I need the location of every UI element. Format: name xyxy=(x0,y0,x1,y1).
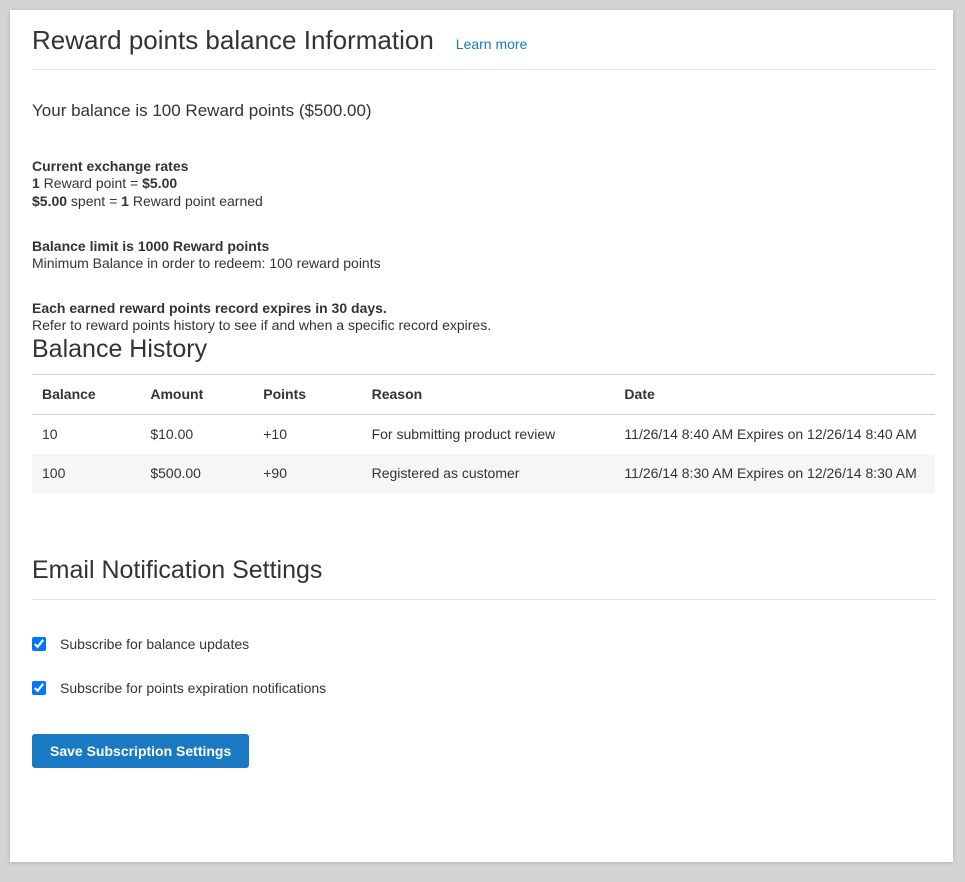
expiry-note-text: Refer to reward points history to see if… xyxy=(32,316,935,334)
column-header-reason: Reason xyxy=(362,375,615,415)
earn-rate-text-2: Reward point earned xyxy=(129,193,263,209)
learn-more-link[interactable]: Learn more xyxy=(456,36,528,52)
column-header-points: Points xyxy=(253,375,361,415)
earn-rate-money-value: $5.00 xyxy=(32,193,67,209)
table-row: 100 $500.00 +90 Registered as customer 1… xyxy=(32,454,935,493)
exchange-rates-heading: Current exchange rates xyxy=(32,158,935,174)
table-header-row: Balance Amount Points Reason Date xyxy=(32,375,935,415)
exchange-rate-line-2: $5.00 spent = 1 Reward point earned xyxy=(32,192,935,210)
cell-reason: Registered as customer xyxy=(362,454,615,493)
balance-history-table: Balance Amount Points Reason Date 10 $10… xyxy=(32,374,935,493)
cell-amount: $10.00 xyxy=(140,415,253,455)
column-header-date: Date xyxy=(614,375,935,415)
exchange-rate-line-1: 1 Reward point = $5.00 xyxy=(32,174,935,192)
page-header: Reward points balance Information Learn … xyxy=(32,25,935,70)
cell-balance: 100 xyxy=(32,454,140,493)
column-header-amount: Amount xyxy=(140,375,253,415)
cell-date: 11/26/14 8:40 AM Expires on 12/26/14 8:4… xyxy=(614,415,935,455)
min-balance-text: Minimum Balance in order to redeem: 100 … xyxy=(32,254,935,272)
subscribe-balance-label[interactable]: Subscribe for balance updates xyxy=(60,636,249,652)
earn-rate-text-1: spent = xyxy=(67,193,121,209)
balance-limit-text: Balance limit is 1000 Reward points xyxy=(32,238,935,254)
subscribe-expiration-label[interactable]: Subscribe for points expiration notifica… xyxy=(60,680,326,696)
save-subscription-button[interactable]: Save Subscription Settings xyxy=(32,734,249,768)
balance-history-heading: Balance History xyxy=(32,334,935,364)
page-background: Reward points balance Information Learn … xyxy=(0,0,965,882)
cell-amount: $500.00 xyxy=(140,454,253,493)
cell-points: +10 xyxy=(253,415,361,455)
table-row: 10 $10.00 +10 For submitting product rev… xyxy=(32,415,935,455)
cell-date: 11/26/14 8:30 AM Expires on 12/26/14 8:3… xyxy=(614,454,935,493)
exchange-rate-money-value: $5.00 xyxy=(142,175,177,191)
subscribe-balance-row: Subscribe for balance updates xyxy=(32,636,935,652)
cell-reason: For submitting product review xyxy=(362,415,615,455)
reward-info-card: Reward points balance Information Learn … xyxy=(10,10,953,862)
exchange-rate-points-value: 1 xyxy=(32,175,40,191)
email-settings-header: Email Notification Settings xyxy=(32,555,935,600)
column-header-balance: Balance xyxy=(32,375,140,415)
expiry-text: Each earned reward points record expires… xyxy=(32,300,935,316)
exchange-rate-text: Reward point = xyxy=(40,175,142,191)
subscribe-expiration-checkbox[interactable] xyxy=(32,681,46,695)
email-settings-heading: Email Notification Settings xyxy=(32,555,935,585)
earn-rate-points-value: 1 xyxy=(121,193,129,209)
balance-summary: Your balance is 100 Reward points ($500.… xyxy=(32,100,935,122)
cell-points: +90 xyxy=(253,454,361,493)
subscribe-balance-checkbox[interactable] xyxy=(32,637,46,651)
page-title: Reward points balance Information xyxy=(32,25,434,56)
cell-balance: 10 xyxy=(32,415,140,455)
subscribe-expiration-row: Subscribe for points expiration notifica… xyxy=(32,680,935,696)
